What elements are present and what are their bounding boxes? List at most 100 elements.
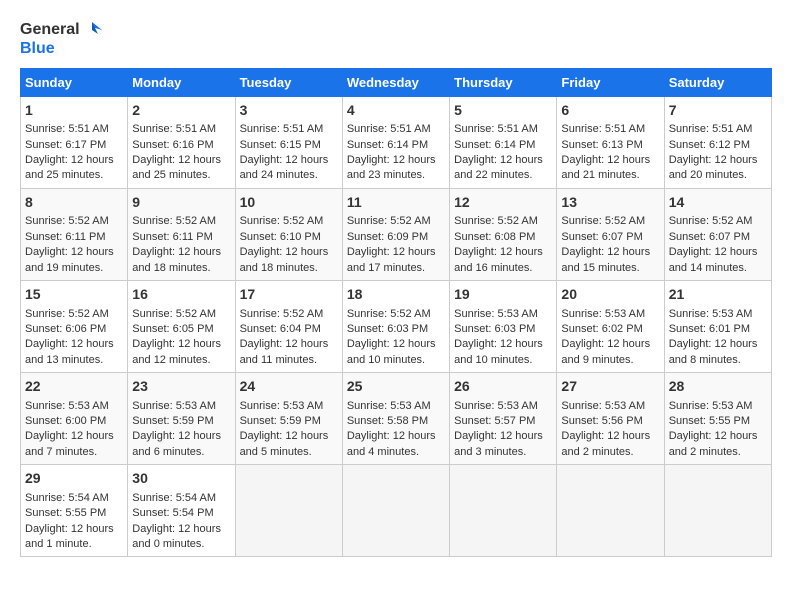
day-number: 26 <box>454 377 552 397</box>
day-info: Sunrise: 5:54 AM <box>132 491 230 506</box>
day-info: Sunrise: 5:53 AM <box>669 399 767 414</box>
day-info: Sunrise: 5:52 AM <box>669 214 767 229</box>
day-info: Sunrise: 5:51 AM <box>240 122 338 137</box>
week-row-0: 1Sunrise: 5:51 AMSunset: 6:17 PMDaylight… <box>21 96 772 188</box>
logo-container: General Blue <box>20 20 102 58</box>
logo-general: General <box>20 21 80 39</box>
day-info: Sunset: 6:03 PM <box>454 322 552 337</box>
day-info: Sunrise: 5:51 AM <box>561 122 659 137</box>
day-info: Daylight: 12 hours <box>25 153 123 168</box>
calendar-cell: 1Sunrise: 5:51 AMSunset: 6:17 PMDaylight… <box>21 96 128 188</box>
day-info: and 21 minutes. <box>561 168 659 183</box>
day-info: Sunset: 5:55 PM <box>25 506 123 521</box>
day-info: Daylight: 12 hours <box>25 522 123 537</box>
day-info: Sunset: 6:10 PM <box>240 230 338 245</box>
day-info: Sunrise: 5:51 AM <box>347 122 445 137</box>
day-info: Sunrise: 5:52 AM <box>132 214 230 229</box>
week-row-4: 29Sunrise: 5:54 AMSunset: 5:55 PMDayligh… <box>21 465 772 557</box>
day-number: 3 <box>240 101 338 121</box>
day-info: Daylight: 12 hours <box>240 429 338 444</box>
header: General Blue <box>20 20 772 58</box>
day-number: 2 <box>132 101 230 121</box>
calendar-cell: 26Sunrise: 5:53 AMSunset: 5:57 PMDayligh… <box>450 373 557 465</box>
day-info: Daylight: 12 hours <box>132 429 230 444</box>
day-info: and 17 minutes. <box>347 261 445 276</box>
day-info: Sunrise: 5:53 AM <box>561 399 659 414</box>
day-info: Daylight: 12 hours <box>561 429 659 444</box>
day-number: 22 <box>25 377 123 397</box>
day-info: and 1 minute. <box>25 537 123 552</box>
day-info: Daylight: 12 hours <box>132 522 230 537</box>
day-number: 19 <box>454 285 552 305</box>
day-info: Sunset: 5:59 PM <box>240 414 338 429</box>
day-info: Daylight: 12 hours <box>669 337 767 352</box>
week-row-3: 22Sunrise: 5:53 AMSunset: 6:00 PMDayligh… <box>21 373 772 465</box>
day-info: Sunset: 6:14 PM <box>347 138 445 153</box>
day-number: 29 <box>25 469 123 489</box>
day-number: 13 <box>561 193 659 213</box>
day-header-wednesday: Wednesday <box>342 68 449 96</box>
day-info: Daylight: 12 hours <box>669 245 767 260</box>
day-info: and 10 minutes. <box>454 353 552 368</box>
day-number: 5 <box>454 101 552 121</box>
day-number: 20 <box>561 285 659 305</box>
day-header-thursday: Thursday <box>450 68 557 96</box>
calendar-cell: 6Sunrise: 5:51 AMSunset: 6:13 PMDaylight… <box>557 96 664 188</box>
day-info: Sunrise: 5:52 AM <box>25 307 123 322</box>
day-info: Sunset: 6:15 PM <box>240 138 338 153</box>
calendar-cell: 4Sunrise: 5:51 AMSunset: 6:14 PMDaylight… <box>342 96 449 188</box>
day-info: and 20 minutes. <box>669 168 767 183</box>
day-number: 28 <box>669 377 767 397</box>
header-row: SundayMondayTuesdayWednesdayThursdayFrid… <box>21 68 772 96</box>
calendar-cell: 10Sunrise: 5:52 AMSunset: 6:10 PMDayligh… <box>235 188 342 280</box>
day-info: and 11 minutes. <box>240 353 338 368</box>
day-number: 16 <box>132 285 230 305</box>
day-info: and 14 minutes. <box>669 261 767 276</box>
day-info: and 16 minutes. <box>454 261 552 276</box>
calendar-cell: 15Sunrise: 5:52 AMSunset: 6:06 PMDayligh… <box>21 280 128 372</box>
week-row-2: 15Sunrise: 5:52 AMSunset: 6:06 PMDayligh… <box>21 280 772 372</box>
day-info: Daylight: 12 hours <box>240 337 338 352</box>
calendar-cell: 30Sunrise: 5:54 AMSunset: 5:54 PMDayligh… <box>128 465 235 557</box>
day-info: and 15 minutes. <box>561 261 659 276</box>
day-info: and 18 minutes. <box>132 261 230 276</box>
day-header-friday: Friday <box>557 68 664 96</box>
day-info: Sunset: 6:06 PM <box>25 322 123 337</box>
day-info: Sunrise: 5:53 AM <box>347 399 445 414</box>
day-info: Sunrise: 5:51 AM <box>25 122 123 137</box>
day-info: Sunrise: 5:51 AM <box>132 122 230 137</box>
day-header-monday: Monday <box>128 68 235 96</box>
day-info: and 4 minutes. <box>347 445 445 460</box>
calendar-cell: 9Sunrise: 5:52 AMSunset: 6:11 PMDaylight… <box>128 188 235 280</box>
day-info: Sunset: 5:59 PM <box>132 414 230 429</box>
day-info: Sunrise: 5:54 AM <box>25 491 123 506</box>
day-info: Sunrise: 5:52 AM <box>454 214 552 229</box>
day-info: Daylight: 12 hours <box>669 429 767 444</box>
day-info: Daylight: 12 hours <box>132 245 230 260</box>
day-info: Sunrise: 5:52 AM <box>347 307 445 322</box>
day-info: and 7 minutes. <box>25 445 123 460</box>
day-number: 27 <box>561 377 659 397</box>
day-info: Daylight: 12 hours <box>561 153 659 168</box>
day-number: 17 <box>240 285 338 305</box>
day-info: Daylight: 12 hours <box>132 153 230 168</box>
day-info: Sunset: 5:54 PM <box>132 506 230 521</box>
day-info: Daylight: 12 hours <box>561 245 659 260</box>
day-info: and 25 minutes. <box>132 168 230 183</box>
day-info: Sunrise: 5:53 AM <box>454 307 552 322</box>
day-info: Sunrise: 5:52 AM <box>132 307 230 322</box>
day-info: Sunrise: 5:53 AM <box>240 399 338 414</box>
day-info: Sunrise: 5:52 AM <box>25 214 123 229</box>
day-info: Sunset: 6:17 PM <box>25 138 123 153</box>
calendar-cell: 27Sunrise: 5:53 AMSunset: 5:56 PMDayligh… <box>557 373 664 465</box>
day-info: and 19 minutes. <box>25 261 123 276</box>
day-info: Sunset: 6:03 PM <box>347 322 445 337</box>
calendar-cell: 3Sunrise: 5:51 AMSunset: 6:15 PMDaylight… <box>235 96 342 188</box>
day-info: Daylight: 12 hours <box>561 337 659 352</box>
day-number: 18 <box>347 285 445 305</box>
day-info: Sunset: 6:07 PM <box>669 230 767 245</box>
logo-bird-icon <box>82 20 102 40</box>
day-info: and 12 minutes. <box>132 353 230 368</box>
calendar-cell: 11Sunrise: 5:52 AMSunset: 6:09 PMDayligh… <box>342 188 449 280</box>
day-info: Daylight: 12 hours <box>454 429 552 444</box>
